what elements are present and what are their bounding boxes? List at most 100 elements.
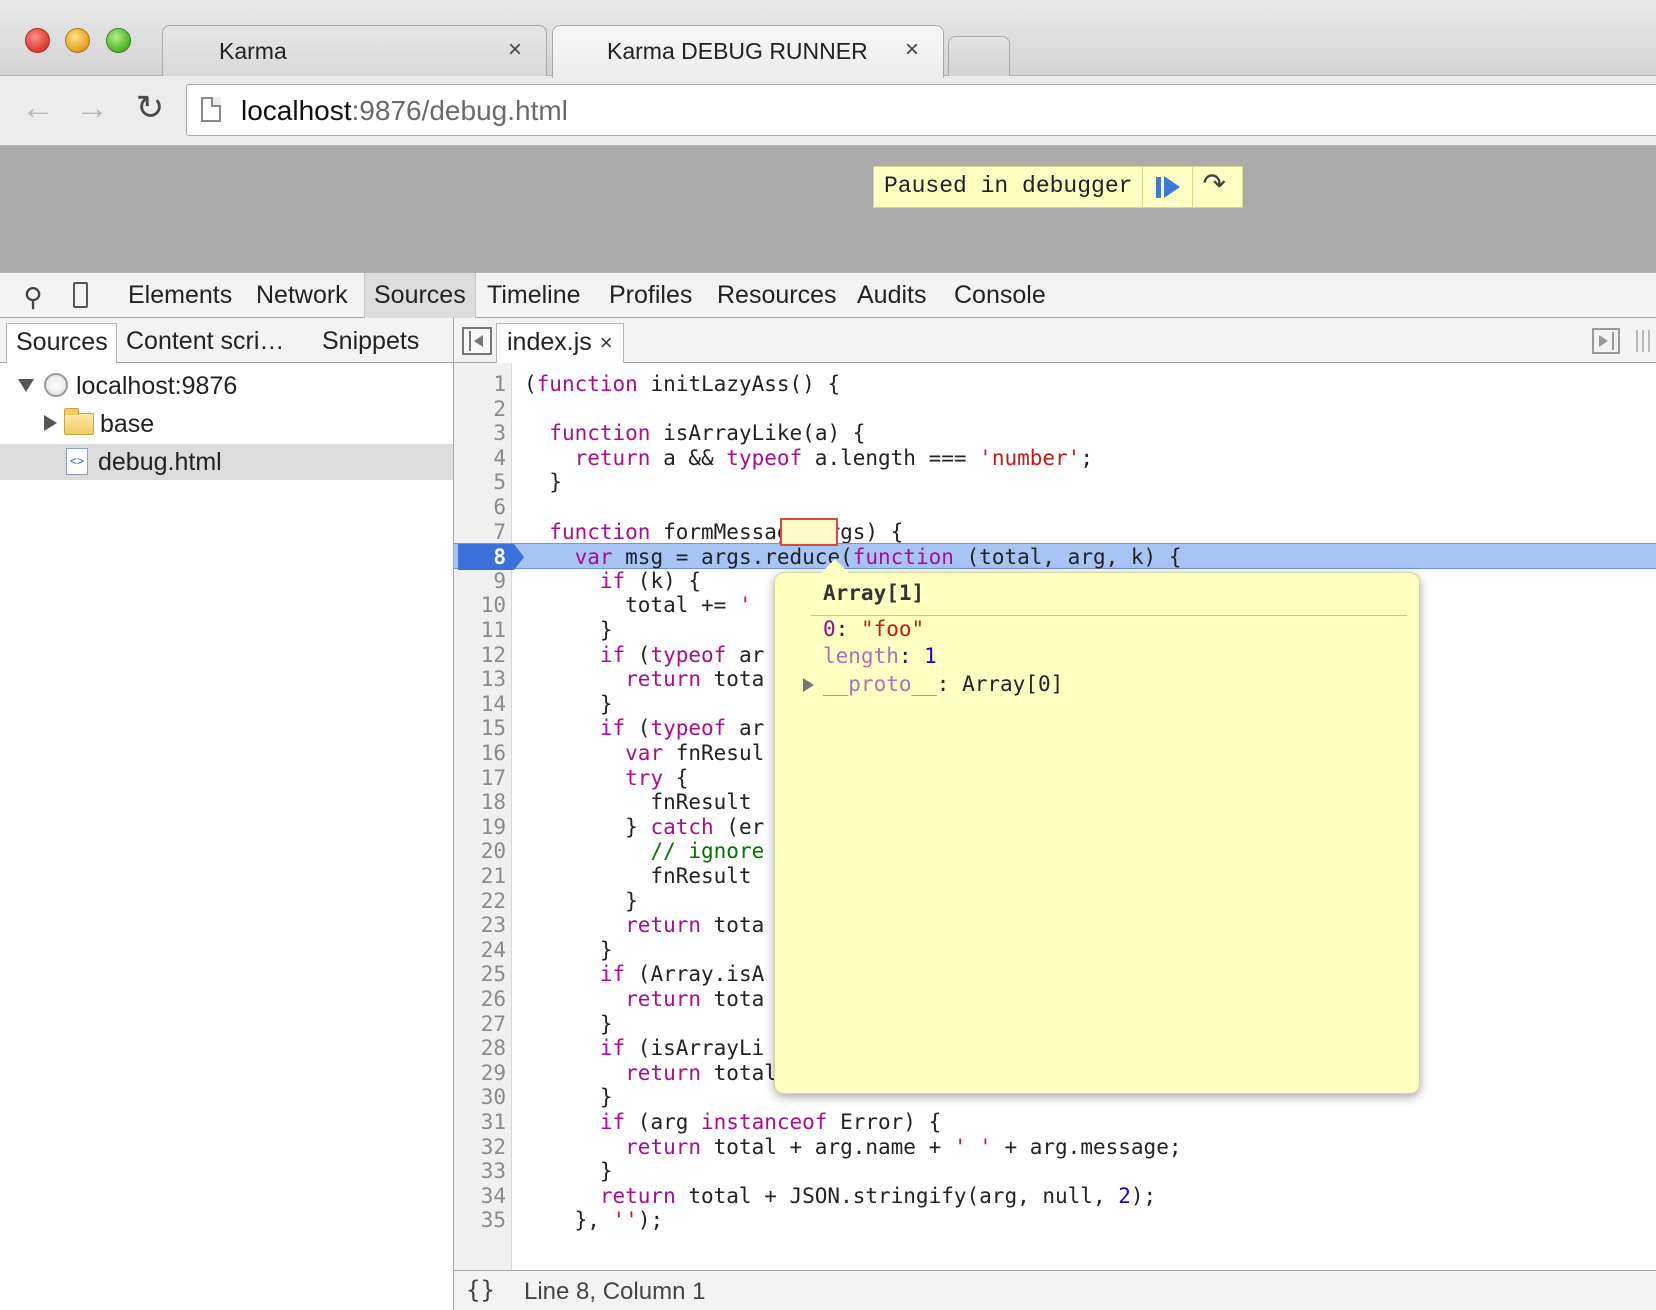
expand-arrow-icon[interactable] (803, 678, 814, 692)
reload-icon[interactable]: ↻ (130, 88, 170, 128)
property-row[interactable]: __proto__: Array[0] (803, 672, 1063, 696)
new-tab-button[interactable] (948, 36, 1010, 76)
close-window-button[interactable] (25, 28, 50, 53)
line-number[interactable]: 10 (454, 592, 506, 618)
line-number[interactable]: 17 (454, 765, 506, 791)
zoom-window-button[interactable] (106, 28, 131, 53)
toggle-debugger-sidebar-icon[interactable] (1592, 328, 1620, 354)
globe-icon (44, 373, 68, 397)
pretty-print-button[interactable]: {} (466, 1276, 495, 1304)
step-over-button[interactable]: ↷ (1192, 167, 1242, 207)
line-number[interactable]: 16 (454, 740, 506, 766)
code-line[interactable]: 2 (454, 396, 1656, 422)
forward-arrow-icon[interactable]: → (72, 88, 112, 128)
code-text: }, ''); (524, 1208, 664, 1233)
line-number[interactable]: 21 (454, 863, 506, 889)
code-line[interactable]: 31 if (arg instanceof Error) { (454, 1109, 1656, 1135)
tree-item-debug-html[interactable]: <> debug.html (0, 444, 453, 480)
url-text[interactable]: localhost:9876/debug.html (241, 95, 568, 127)
code-line[interactable]: 7 function formMessage(args) { (454, 519, 1656, 545)
minimize-window-button[interactable] (65, 28, 90, 53)
line-number[interactable]: 18 (454, 789, 506, 815)
line-number[interactable]: 32 (454, 1134, 506, 1160)
line-number[interactable]: 6 (454, 494, 506, 520)
line-number[interactable]: 4 (454, 445, 506, 471)
code-text: } (524, 470, 562, 495)
file-tab-index-js[interactable]: index.js × (496, 323, 624, 363)
tab-profiles[interactable]: Profiles (609, 273, 692, 318)
tab-close-icon[interactable]: × (508, 36, 522, 64)
back-arrow-icon[interactable]: ← (18, 88, 58, 128)
code-line[interactable]: 33 } (454, 1158, 1656, 1184)
popover-divider (811, 615, 1407, 616)
collapsed-arrow-icon[interactable] (44, 415, 57, 431)
navigator-tab-content-scripts[interactable]: Content scri… (126, 318, 284, 362)
tab-network[interactable]: Network (256, 273, 348, 318)
line-number[interactable]: 27 (454, 1011, 506, 1037)
tab-console[interactable]: Console (954, 273, 1046, 318)
line-number[interactable]: 9 (454, 568, 506, 594)
tree-item-base[interactable]: base (0, 406, 453, 442)
line-number[interactable]: 11 (454, 617, 506, 643)
browser-tab-debug-runner[interactable]: Karma DEBUG RUNNER × (552, 25, 944, 78)
code-line[interactable]: 4 return a && typeof a.length === 'numbe… (454, 445, 1656, 471)
line-number[interactable]: 19 (454, 814, 506, 840)
line-number[interactable]: 34 (454, 1183, 506, 1209)
drag-handle-icon[interactable] (1636, 330, 1650, 352)
tab-audits[interactable]: Audits (857, 273, 926, 318)
code-line[interactable]: 8 var msg = args.reduce(function (total,… (454, 543, 1656, 571)
property-row[interactable]: 0: "foo" (823, 617, 924, 641)
resume-button[interactable] (1142, 167, 1192, 207)
tab-elements[interactable]: Elements (128, 273, 232, 318)
line-number[interactable]: 35 (454, 1207, 506, 1233)
navigator-tab-snippets[interactable]: Snippets (322, 318, 419, 362)
line-number[interactable]: 14 (454, 691, 506, 717)
line-number[interactable]: 8 (454, 544, 506, 570)
line-number[interactable]: 15 (454, 715, 506, 741)
navigator-tab-sources[interactable]: Sources (6, 323, 117, 363)
line-number[interactable]: 22 (454, 888, 506, 914)
code-text: } (524, 618, 613, 642)
code-line[interactable]: 32 return total + arg.name + ' ' + arg.m… (454, 1134, 1656, 1160)
code-line[interactable]: 6 (454, 494, 1656, 520)
property-value: 1 (924, 644, 937, 668)
editor-tabbar: index.js × (454, 318, 1656, 363)
line-number[interactable]: 26 (454, 986, 506, 1012)
line-number[interactable]: 28 (454, 1035, 506, 1061)
line-number[interactable]: 20 (454, 838, 506, 864)
line-number[interactable]: 1 (454, 371, 506, 397)
code-line[interactable]: 5 } (454, 469, 1656, 495)
tab-sources[interactable]: Sources (364, 273, 476, 318)
tree-item-label: debug.html (98, 448, 222, 476)
code-line[interactable]: 1 (function initLazyAss() { (454, 371, 1656, 397)
code-line[interactable]: 35 }, ''); (454, 1207, 1656, 1233)
line-number[interactable]: 7 (454, 519, 506, 545)
search-icon[interactable]: ⚲ (18, 282, 48, 312)
line-number[interactable]: 30 (454, 1084, 506, 1110)
address-bar[interactable]: localhost:9876/debug.html (186, 84, 1656, 136)
code-line[interactable]: 34 return total + JSON.stringify(arg, nu… (454, 1183, 1656, 1209)
line-number[interactable]: 13 (454, 666, 506, 692)
device-mode-icon[interactable] (73, 282, 88, 308)
line-number[interactable]: 2 (454, 396, 506, 422)
tab-close-icon[interactable]: × (905, 36, 919, 64)
line-number[interactable]: 23 (454, 912, 506, 938)
toggle-navigator-icon[interactable] (462, 327, 492, 355)
expanded-arrow-icon[interactable] (18, 379, 34, 392)
browser-tab-karma[interactable]: Karma × (162, 25, 547, 77)
line-number[interactable]: 33 (454, 1158, 506, 1184)
line-number[interactable]: 29 (454, 1060, 506, 1086)
code-line[interactable]: 3 function isArrayLike(a) { (454, 420, 1656, 446)
line-number[interactable]: 31 (454, 1109, 506, 1135)
tab-timeline[interactable]: Timeline (487, 273, 581, 318)
url-path: :9876/debug.html (351, 95, 568, 126)
line-number[interactable]: 12 (454, 642, 506, 668)
line-number[interactable]: 24 (454, 937, 506, 963)
line-number[interactable]: 3 (454, 420, 506, 446)
property-row[interactable]: length: 1 (823, 644, 937, 668)
line-number[interactable]: 25 (454, 961, 506, 987)
close-file-icon[interactable]: × (600, 330, 613, 355)
line-number[interactable]: 5 (454, 469, 506, 495)
tab-resources[interactable]: Resources (717, 273, 837, 318)
tree-item-localhost[interactable]: localhost:9876 (0, 368, 453, 404)
